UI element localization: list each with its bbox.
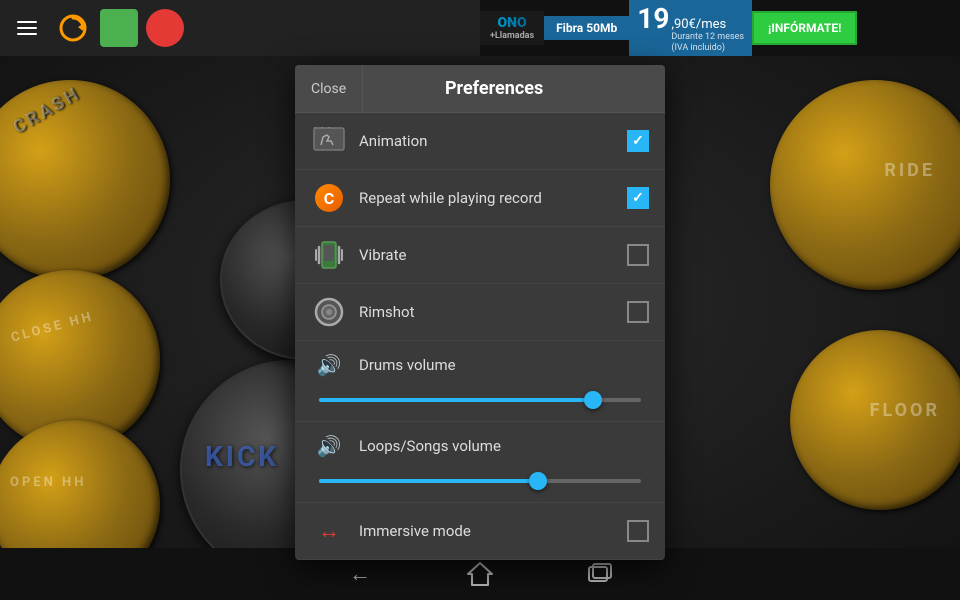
loops-volume-icon: 🔊 bbox=[311, 428, 347, 464]
rimshot-icon-svg bbox=[313, 296, 345, 328]
rimshot-icon bbox=[311, 294, 347, 330]
preferences-panel: Close Preferences Animation C bbox=[295, 65, 665, 560]
vibrate-icon bbox=[311, 237, 347, 273]
immersive-icon: ↔ bbox=[311, 513, 347, 549]
vibrate-label: Vibrate bbox=[359, 246, 627, 264]
drums-volume-label-row: 🔊 Drums volume bbox=[311, 347, 649, 383]
speaker-purple-icon: 🔊 bbox=[317, 434, 342, 458]
drums-slider-container bbox=[319, 391, 641, 409]
prefs-title: Preferences bbox=[363, 78, 665, 99]
close-button[interactable]: Close bbox=[295, 65, 363, 112]
drums-volume-section: 🔊 Drums volume bbox=[295, 341, 665, 422]
loops-volume-text: Loops/Songs volume bbox=[359, 437, 501, 455]
animation-pref-item[interactable]: Animation bbox=[295, 113, 665, 170]
prefs-header: Close Preferences bbox=[295, 65, 665, 113]
immersive-pref-item[interactable]: ↔ Immersive mode bbox=[295, 503, 665, 560]
immersive-label: Immersive mode bbox=[359, 522, 627, 540]
immersive-checkbox[interactable] bbox=[627, 520, 649, 542]
drums-slider-fill bbox=[319, 398, 593, 402]
repeat-pref-item[interactable]: C Repeat while playing record bbox=[295, 170, 665, 227]
repeat-icon-shape: C bbox=[315, 184, 343, 212]
rimshot-checkbox[interactable] bbox=[627, 301, 649, 323]
repeat-icon: C bbox=[311, 180, 347, 216]
drums-volume-icon: 🔊 bbox=[311, 347, 347, 383]
repeat-checkbox[interactable] bbox=[627, 187, 649, 209]
loops-volume-section: 🔊 Loops/Songs volume bbox=[295, 422, 665, 503]
drums-slider-thumb[interactable] bbox=[584, 391, 602, 409]
animation-icon-svg bbox=[313, 127, 345, 155]
loops-slider-thumb[interactable] bbox=[529, 472, 547, 490]
animation-label: Animation bbox=[359, 132, 627, 150]
vibrate-pref-item[interactable]: Vibrate bbox=[295, 227, 665, 284]
loops-slider-container bbox=[319, 472, 641, 490]
drums-volume-text: Drums volume bbox=[359, 356, 456, 374]
speaker-blue-icon: 🔊 bbox=[317, 353, 342, 377]
vibrate-icon-svg bbox=[313, 239, 345, 271]
preferences-overlay: Close Preferences Animation C bbox=[0, 0, 960, 600]
rimshot-pref-item[interactable]: Rimshot bbox=[295, 284, 665, 341]
vibrate-checkbox[interactable] bbox=[627, 244, 649, 266]
repeat-label: Repeat while playing record bbox=[359, 189, 627, 207]
animation-checkbox[interactable] bbox=[627, 130, 649, 152]
rimshot-label: Rimshot bbox=[359, 303, 627, 321]
animation-icon bbox=[311, 123, 347, 159]
loops-slider-fill bbox=[319, 479, 538, 483]
arrows-icon: ↔ bbox=[318, 518, 340, 544]
loops-volume-label-row: 🔊 Loops/Songs volume bbox=[311, 428, 649, 464]
